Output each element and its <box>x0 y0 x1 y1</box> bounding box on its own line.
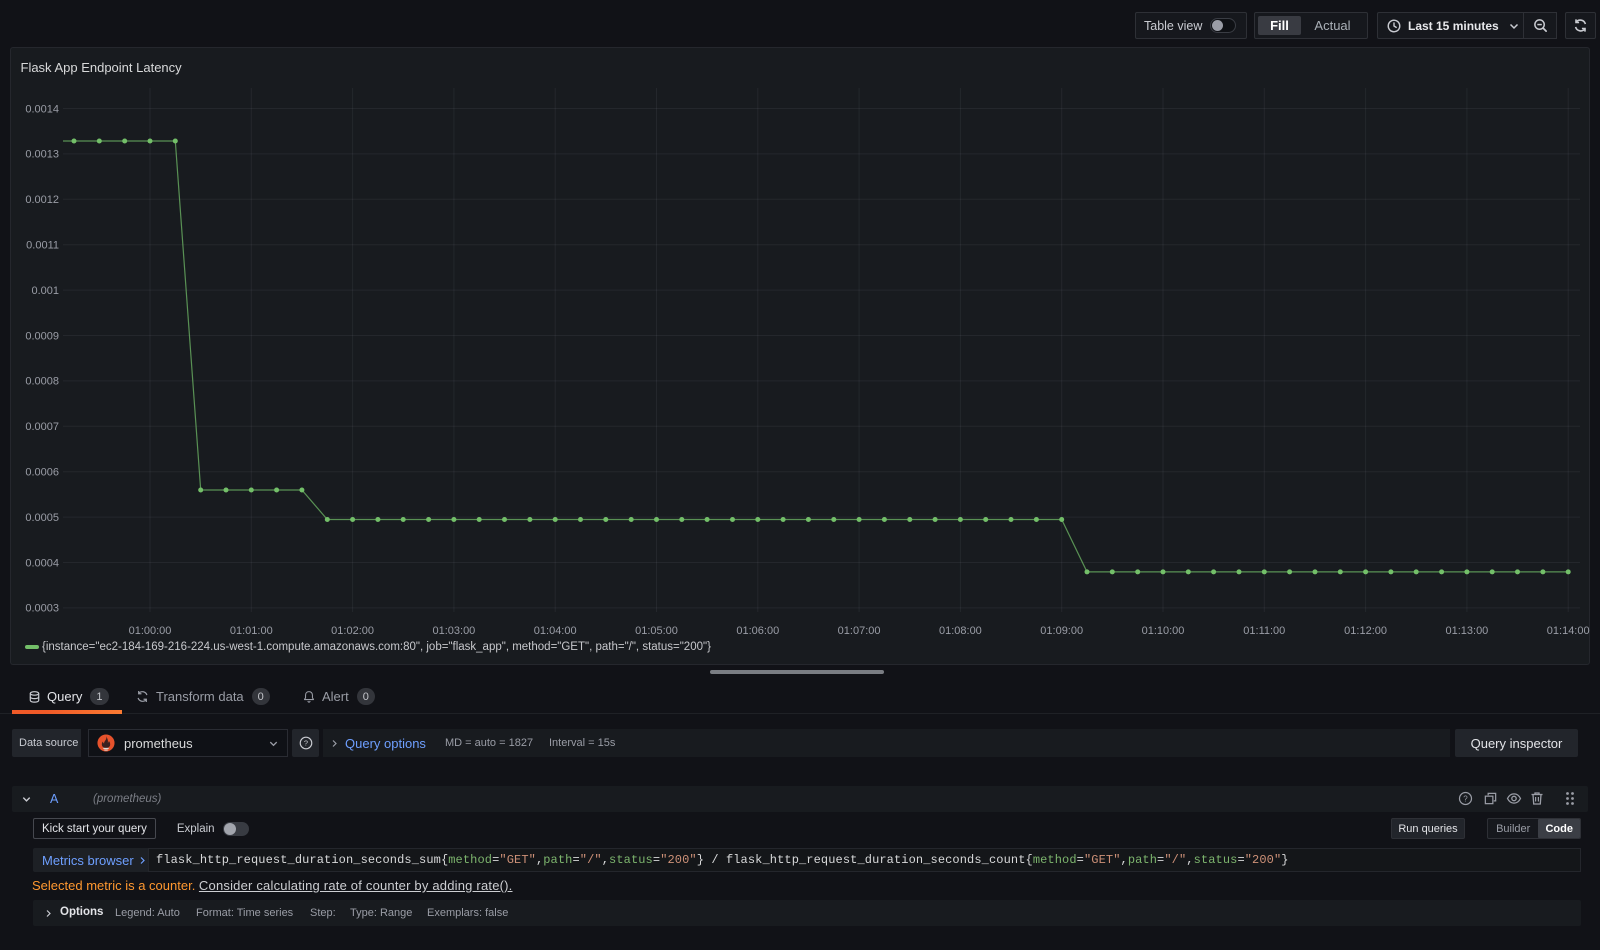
svg-text:0.0004: 0.0004 <box>25 557 59 569</box>
svg-text:01:00:00: 01:00:00 <box>129 625 172 637</box>
svg-text:01:12:00: 01:12:00 <box>1344 625 1387 637</box>
svg-text:01:08:00: 01:08:00 <box>939 625 982 637</box>
svg-text:01:13:00: 01:13:00 <box>1445 625 1488 637</box>
svg-text:?: ? <box>303 739 307 748</box>
svg-text:01:01:00: 01:01:00 <box>230 625 273 637</box>
svg-text:0.0003: 0.0003 <box>25 603 59 615</box>
svg-text:0.0013: 0.0013 <box>25 149 59 161</box>
svg-text:01:02:00: 01:02:00 <box>331 625 374 637</box>
svg-text:0.0007: 0.0007 <box>25 421 59 433</box>
svg-text:0.001: 0.001 <box>31 285 59 297</box>
svg-text:01:05:00: 01:05:00 <box>635 625 678 637</box>
svg-text:01:10:00: 01:10:00 <box>1142 625 1185 637</box>
svg-text:0.0011: 0.0011 <box>26 240 59 252</box>
svg-text:?: ? <box>1463 794 1468 803</box>
svg-text:0.0006: 0.0006 <box>25 467 59 479</box>
svg-text:0.0009: 0.0009 <box>25 330 59 342</box>
svg-text:0.0012: 0.0012 <box>25 194 59 206</box>
svg-text:01:03:00: 01:03:00 <box>432 625 475 637</box>
svg-text:01:09:00: 01:09:00 <box>1040 625 1083 637</box>
svg-text:01:14:00: 01:14:00 <box>1547 625 1590 637</box>
svg-text:0.0008: 0.0008 <box>25 376 59 388</box>
svg-text:01:06:00: 01:06:00 <box>736 625 779 637</box>
svg-text:01:04:00: 01:04:00 <box>534 625 577 637</box>
svg-text:01:07:00: 01:07:00 <box>838 625 881 637</box>
svg-text:0.0005: 0.0005 <box>25 512 59 524</box>
svg-text:01:11:00: 01:11:00 <box>1243 625 1285 637</box>
svg-text:0.0014: 0.0014 <box>25 103 59 115</box>
